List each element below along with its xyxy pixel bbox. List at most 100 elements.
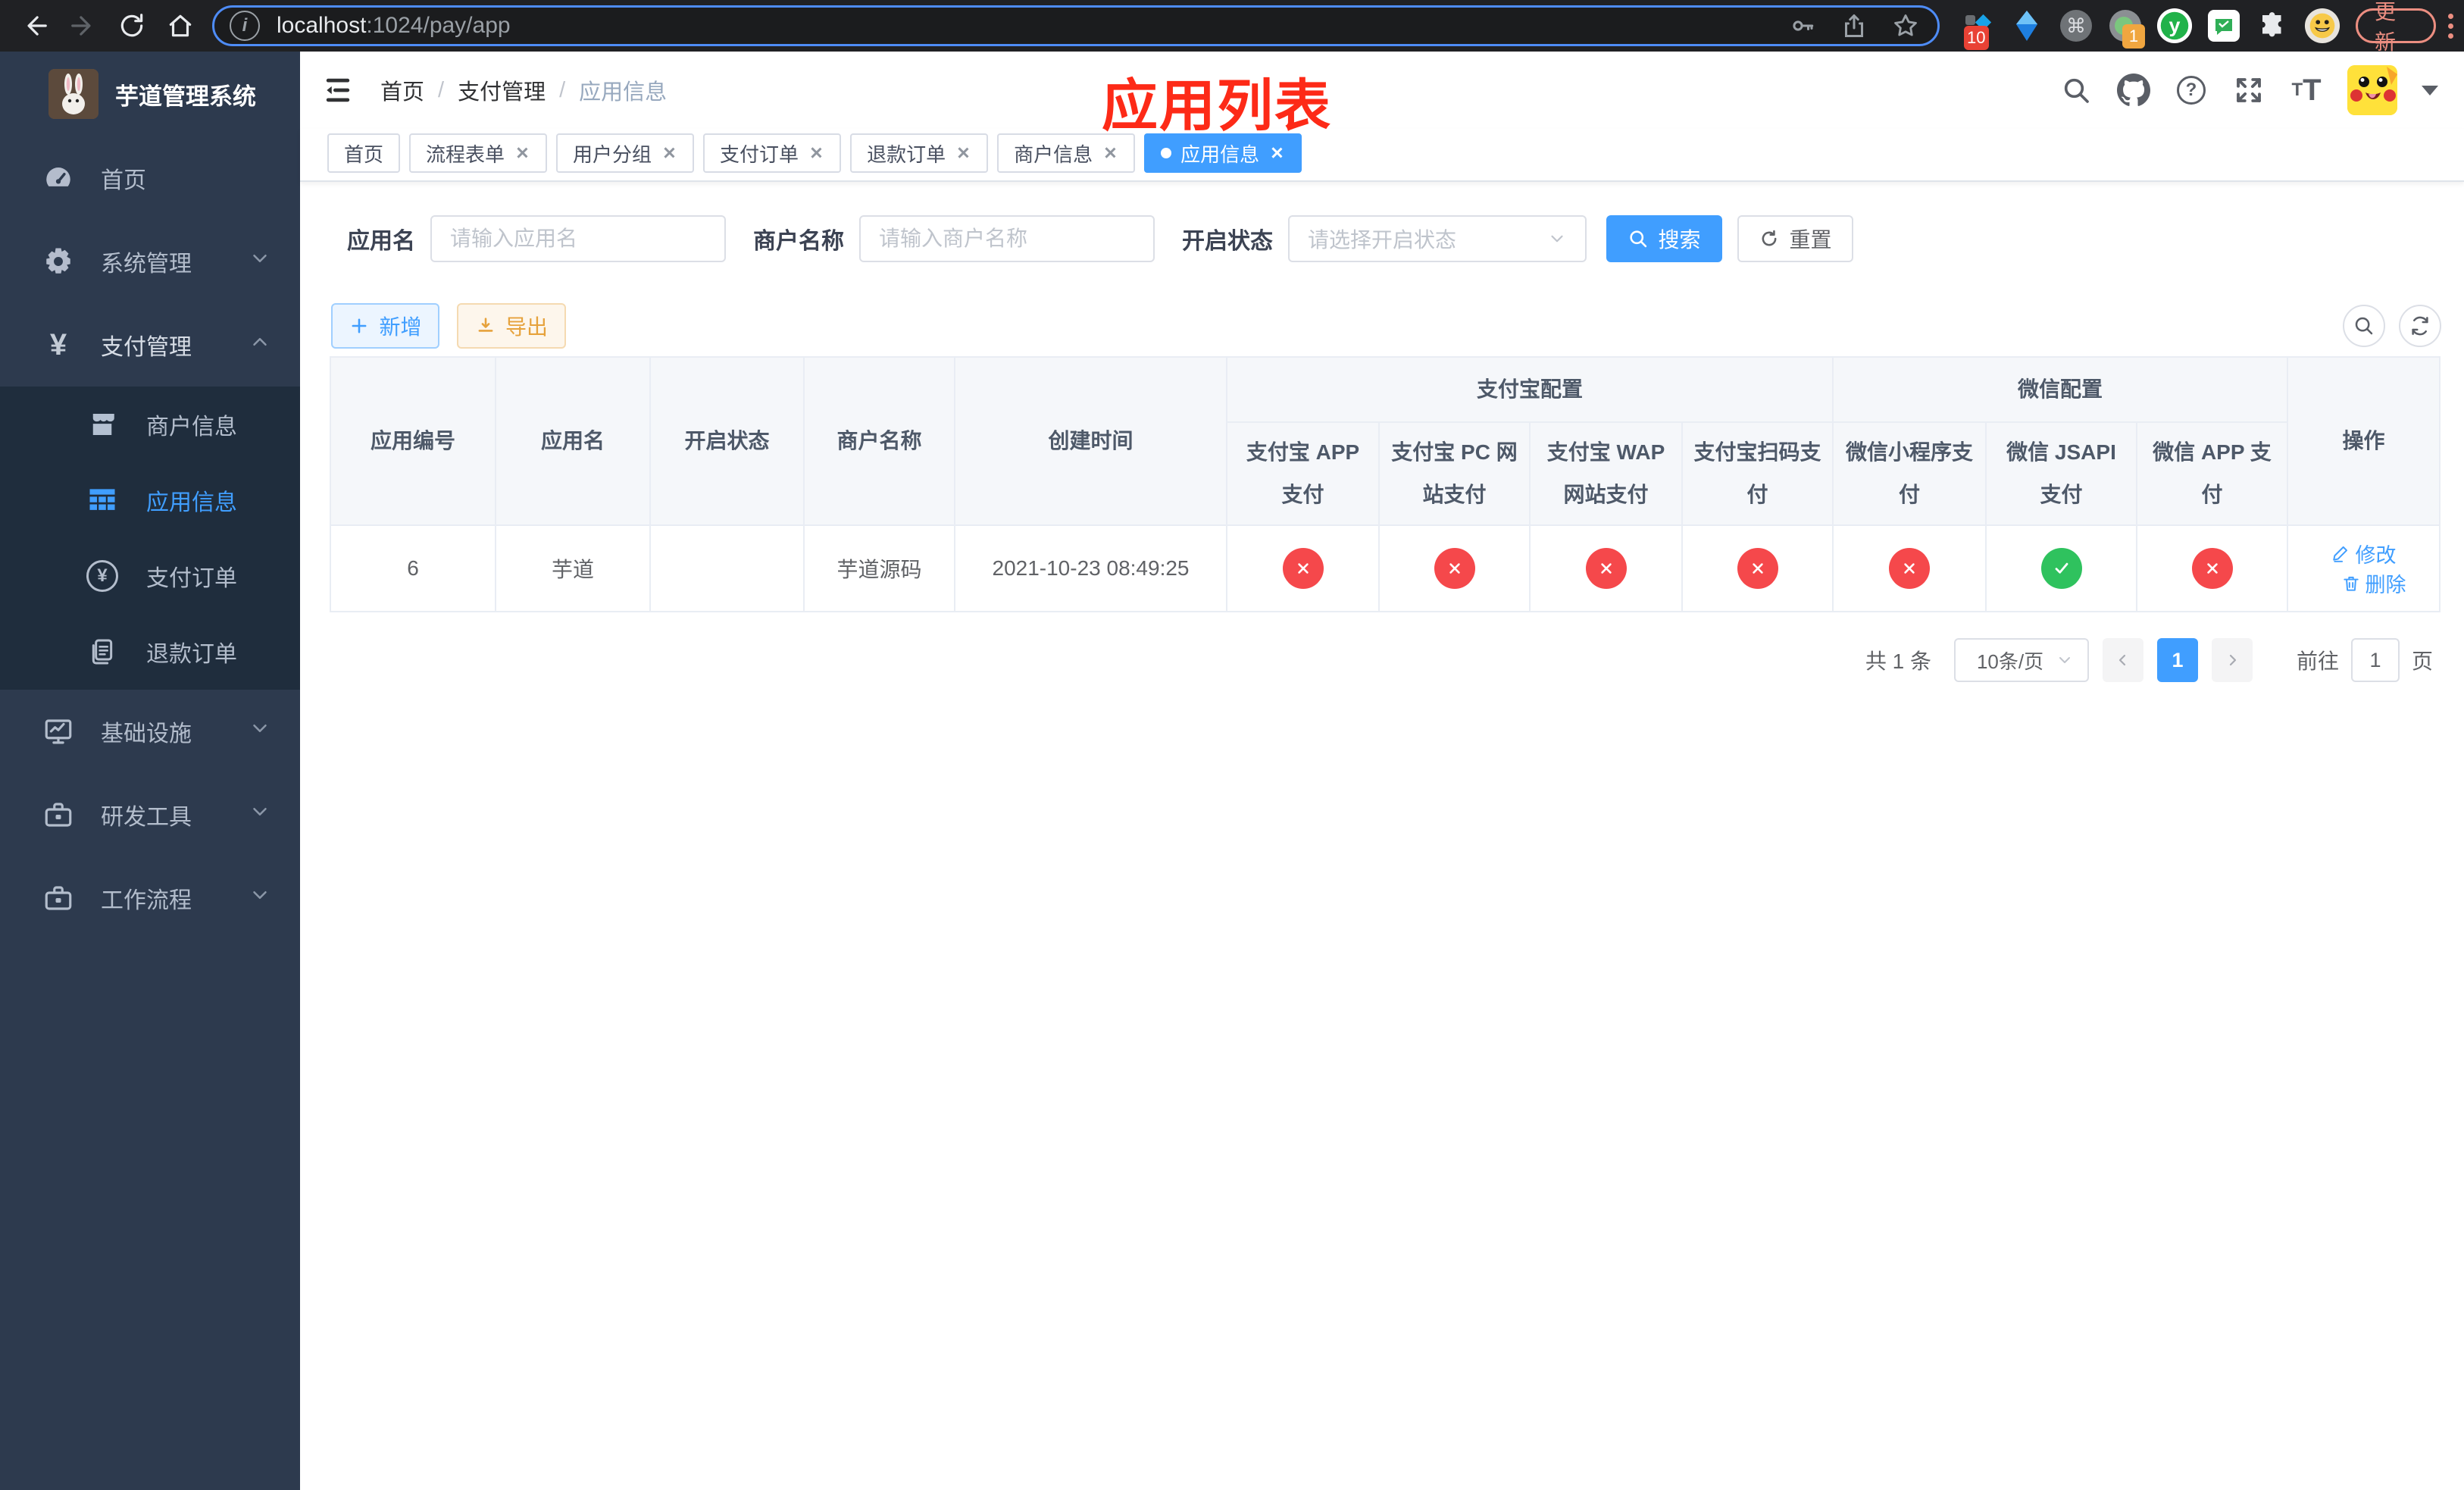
tab-close-icon[interactable] — [808, 145, 824, 161]
tab-merchant-info[interactable]: 商户信息 — [997, 133, 1136, 173]
status-select-placeholder: 请选择开启状态 — [1308, 228, 1457, 252]
status-fail-icon — [1434, 548, 1475, 589]
refresh-table-button[interactable] — [2399, 305, 2441, 347]
tab-home[interactable]: 首页 — [327, 133, 401, 173]
merchant-name-label: 商户名称 — [753, 229, 844, 254]
extension-pin-icon[interactable]: 10 — [1959, 8, 1996, 50]
edit-button[interactable]: 修改 — [2331, 539, 2397, 568]
app-logo-row[interactable]: 芋道管理系统 — [0, 52, 300, 136]
group-wechat-config: 微信配置 — [1832, 356, 2288, 423]
page-number-1[interactable]: 1 — [2156, 638, 2198, 682]
sidebar-item-payment[interactable]: ¥ 支付管理 — [0, 303, 300, 387]
next-page-button[interactable] — [2211, 638, 2253, 682]
cell-alipay-wap — [1529, 524, 1683, 612]
sidebar-item-infra[interactable]: 基础设施 — [0, 690, 300, 773]
browser-back-icon[interactable] — [18, 9, 52, 42]
tab-refund-order[interactable]: 退款订单 — [850, 133, 989, 173]
tab-label: 支付订单 — [720, 142, 799, 166]
extension-chat-icon[interactable] — [2206, 8, 2242, 44]
sidebar-item-app-info[interactable]: 应用信息 — [0, 462, 300, 538]
col-alipay-app: 支付宝 APP 支付 — [1226, 421, 1380, 526]
yen-circle-icon: ¥ — [86, 559, 119, 593]
github-icon[interactable] — [2117, 74, 2150, 107]
url-text: localhost:1024/pay/app — [277, 13, 1786, 39]
sidebar-collapse-icon[interactable] — [321, 74, 355, 107]
page-unit-label: 页 — [2411, 650, 2433, 673]
group-alipay-config: 支付宝配置 — [1226, 356, 1834, 423]
site-info-icon[interactable]: i — [230, 11, 260, 41]
reset-button[interactable]: 重置 — [1737, 215, 1853, 262]
delete-button[interactable]: 删除 — [2341, 568, 2406, 598]
export-button[interactable]: 导出 — [457, 303, 566, 349]
col-alipay-wap: 支付宝 WAP 网站支付 — [1529, 421, 1683, 526]
fullscreen-icon[interactable] — [2232, 74, 2265, 107]
app-name-input[interactable] — [430, 215, 726, 262]
address-bar[interactable]: i localhost:1024/pay/app — [212, 5, 1940, 46]
toolbox-icon — [42, 881, 75, 915]
sidebar-item-home[interactable]: 首页 — [0, 136, 300, 220]
bookmark-star-icon[interactable] — [1889, 9, 1922, 42]
add-button[interactable]: 新增 — [331, 303, 439, 349]
sidebar-item-dev-tools[interactable]: 研发工具 — [0, 773, 300, 856]
sidebar-item-label: 退款订单 — [146, 642, 237, 667]
tab-close-icon[interactable] — [1102, 145, 1118, 161]
page-size-select[interactable]: 10条/页 — [1953, 638, 2089, 682]
col-alipay-pc: 支付宝 PC 网站支付 — [1378, 421, 1531, 526]
browser-forward-icon[interactable] — [67, 9, 100, 42]
tab-user-group[interactable]: 用户分组 — [556, 133, 695, 173]
header-search-icon[interactable] — [2059, 74, 2093, 107]
sidebar-item-merchant-info[interactable]: 商户信息 — [0, 387, 300, 462]
status-select[interactable]: 请选择开启状态 — [1288, 215, 1587, 262]
status-fail-icon — [1737, 548, 1778, 589]
status-fail-icon — [1585, 548, 1627, 589]
breadcrumb-home[interactable]: 首页 — [380, 74, 424, 106]
browser-menu-icon[interactable] — [2448, 13, 2454, 39]
browser-reload-icon[interactable] — [115, 9, 149, 42]
merchant-name-input[interactable] — [859, 215, 1155, 262]
sidebar-item-label: 研发工具 — [101, 805, 192, 830]
extension-command-icon[interactable]: ⌘ — [2058, 8, 2094, 44]
tab-process-form[interactable]: 流程表单 — [409, 133, 548, 173]
password-key-icon[interactable] — [1786, 9, 1819, 42]
browser-home-icon[interactable] — [164, 9, 197, 42]
goto-page-input[interactable] — [2350, 638, 2400, 682]
search-button[interactable]: 搜索 — [1606, 215, 1722, 262]
extensions-puzzle-icon[interactable] — [2255, 8, 2291, 44]
browser-chrome: i localhost:1024/pay/app 10 ⌘ 1 y 更新 — [0, 0, 2464, 54]
avatar-dropdown-caret[interactable] — [2422, 85, 2438, 95]
payment-submenu: 商户信息 应用信息 ¥ 支付订单 退款订单 — [0, 387, 300, 690]
sidebar-item-label: 应用信息 — [146, 490, 237, 515]
cell-created: 2021-10-23 08:49:25 — [954, 524, 1227, 612]
extension-session-icon[interactable]: 1 — [2107, 8, 2146, 49]
font-size-icon[interactable]: TT — [2290, 74, 2323, 107]
tab-pay-order[interactable]: 支付订单 — [703, 133, 842, 173]
col-actions: 操作 — [2287, 356, 2441, 526]
user-avatar[interactable] — [2347, 65, 2397, 115]
help-icon[interactable]: ? — [2175, 74, 2208, 107]
sidebar-item-system[interactable]: 系统管理 — [0, 220, 300, 303]
browser-profile-avatar[interactable] — [2304, 8, 2340, 44]
share-icon[interactable] — [1837, 9, 1871, 42]
toggle-search-button[interactable] — [2343, 305, 2385, 347]
sidebar-item-refund-order[interactable]: 退款订单 — [0, 614, 300, 690]
delete-label: 删除 — [2365, 574, 2406, 596]
tab-label: 流程表单 — [426, 142, 505, 166]
extension-y-icon[interactable]: y — [2156, 8, 2193, 44]
breadcrumb-separator: / — [559, 77, 566, 102]
sidebar-item-workflow[interactable]: 工作流程 — [0, 856, 300, 940]
sidebar-item-pay-order[interactable]: ¥ 支付订单 — [0, 538, 300, 614]
breadcrumb-separator: / — [438, 77, 445, 102]
app-logo — [48, 69, 98, 119]
breadcrumb-payment[interactable]: 支付管理 — [458, 74, 546, 106]
tab-close-icon[interactable] — [1268, 145, 1285, 161]
extension-kite-icon[interactable] — [2009, 8, 2045, 44]
prev-page-button[interactable] — [2102, 638, 2143, 682]
browser-update-button[interactable]: 更新 — [2356, 0, 2437, 54]
tab-close-icon[interactable] — [661, 145, 677, 161]
tab-close-icon[interactable] — [955, 145, 971, 161]
tab-app-info[interactable]: 应用信息 — [1144, 133, 1302, 173]
col-wx-jsapi: 微信 JSAPI 支付 — [1985, 421, 2137, 526]
chevron-down-icon — [1551, 235, 1563, 243]
tab-close-icon[interactable] — [514, 145, 530, 161]
monitor-chart-icon — [42, 715, 75, 748]
